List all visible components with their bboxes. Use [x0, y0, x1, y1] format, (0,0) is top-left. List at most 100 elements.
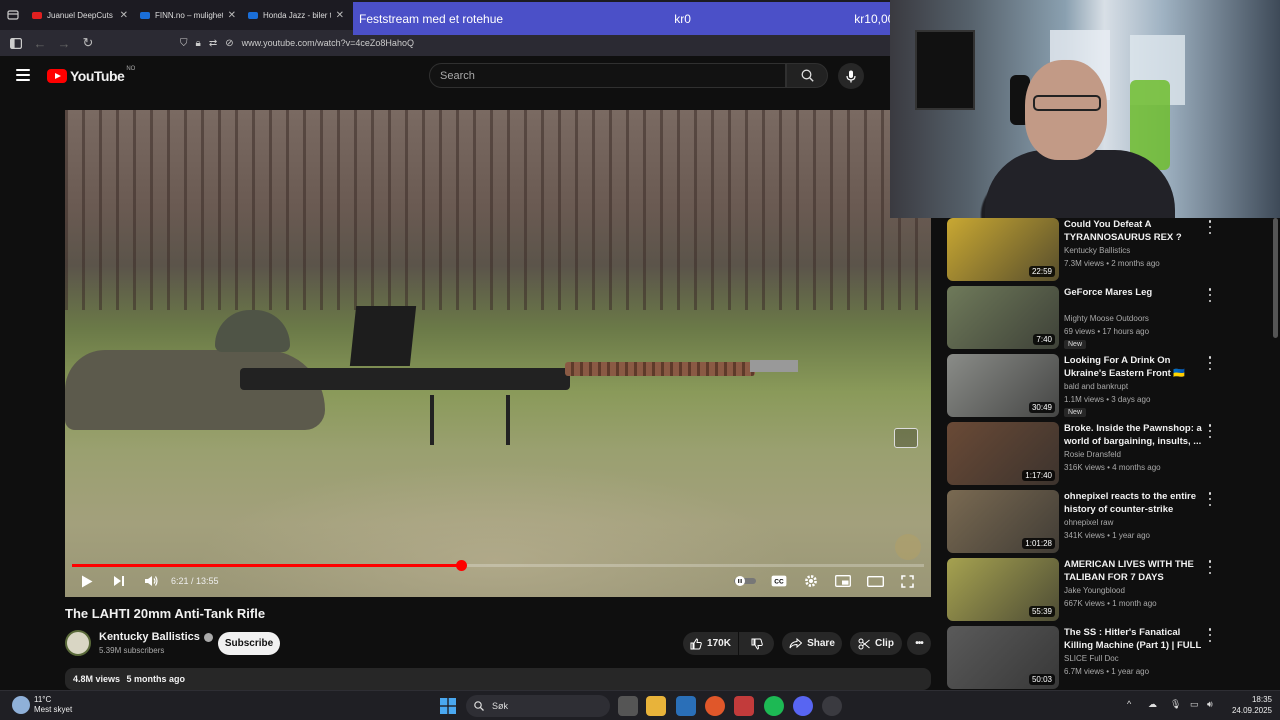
recommendation-card[interactable]: 7:40 GeForce Mares Leg Mighty Moose Outdoo…	[947, 286, 1267, 352]
clip-button[interactable]: Clip	[850, 632, 902, 655]
captions-button[interactable]: CC	[770, 573, 788, 589]
recommendation-card[interactable]: 30:49 Looking For A Drink On Ukraine's Ea…	[947, 354, 1267, 420]
video-thumbnail[interactable]: 22:59	[947, 218, 1059, 281]
back-icon[interactable]: ←	[28, 30, 52, 56]
video-player[interactable]: 6:21 / 13:55 CC	[65, 110, 931, 597]
share-button[interactable]: Share	[782, 632, 842, 655]
recommendation-channel[interactable]: Kentucky Ballistics	[1064, 246, 1130, 255]
more-vertical-icon[interactable]	[1205, 424, 1215, 438]
youtube-logo[interactable]: YouTube NO	[47, 66, 135, 84]
subscribe-button[interactable]: Subscribe	[218, 632, 280, 655]
dislike-button[interactable]	[739, 632, 774, 655]
next-button[interactable]	[111, 573, 127, 589]
weather-cloudy-icon[interactable]	[12, 696, 30, 714]
weather-widget[interactable]: 11°C Mest skyet	[34, 695, 72, 715]
more-vertical-icon[interactable]	[1205, 288, 1215, 302]
mute-button[interactable]	[143, 573, 159, 589]
recommendation-card[interactable]: 55:39 AMERICAN LIVES WITH THE TALIBAN FOR…	[947, 558, 1267, 624]
recommendation-title[interactable]: Broke. Inside the Pawnshop: a world of b…	[1064, 422, 1204, 448]
permissions-icon[interactable]: ⇄	[209, 38, 217, 49]
recommendation-title[interactable]: GeForce Mares Leg	[1064, 286, 1204, 299]
progress-scrubber[interactable]	[455, 560, 467, 571]
video-thumbnail[interactable]: 1:17:40	[947, 422, 1059, 485]
video-thumbnail[interactable]: 7:40	[947, 286, 1059, 349]
recommendation-channel[interactable]: Mighty Moose Outdoors	[1064, 314, 1149, 323]
video-thumbnail[interactable]: 30:49	[947, 354, 1059, 417]
more-vertical-icon[interactable]	[1205, 356, 1215, 370]
obs-icon[interactable]	[822, 696, 842, 716]
miniplayer-expand-icon[interactable]	[894, 428, 918, 448]
recommendation-title[interactable]: Could You Defeat A TYRANNOSAURUS REX ?	[1064, 218, 1204, 244]
discord-icon[interactable]	[793, 696, 813, 716]
shield-icon[interactable]: ⛉	[180, 38, 188, 49]
recommendation-card[interactable]: 50:03 The SS : Hitler's Fanatical Killing…	[947, 626, 1267, 690]
windows-start-icon[interactable]	[438, 696, 458, 716]
search-button[interactable]	[786, 63, 828, 88]
theater-mode-button[interactable]	[866, 573, 884, 589]
recommendation-channel[interactable]: Rosie Dransfeld	[1064, 450, 1121, 459]
network-icon[interactable]: ▭	[1190, 699, 1199, 710]
recommendation-card[interactable]: 22:59 Could You Defeat A TYRANNOSAURUS RE…	[947, 218, 1267, 284]
lock-icon[interactable]: 🔒︎	[196, 38, 201, 49]
description-box[interactable]: 4.8M views 5 months ago	[65, 668, 931, 690]
channel-watermark-icon[interactable]	[895, 534, 921, 560]
close-tab-icon[interactable]: ✕	[120, 10, 128, 21]
recommendation-channel[interactable]: SLICE Full Doc	[1064, 654, 1119, 663]
fullscreen-button[interactable]	[898, 573, 916, 589]
scrollbar[interactable]	[1273, 218, 1278, 338]
taskbar-clock[interactable]: 18:35 24.09.2025	[1228, 694, 1272, 716]
autoplay-toggle[interactable]	[733, 573, 757, 589]
recommendation-channel[interactable]: ohnepixel raw	[1064, 518, 1113, 527]
recommendation-card[interactable]: 1:01:28 ohnepixel reacts to the entire hi…	[947, 490, 1267, 556]
video-thumbnail[interactable]: 55:39	[947, 558, 1059, 621]
autoplay-blocked-icon[interactable]: ⊘	[225, 38, 233, 49]
store-icon[interactable]	[676, 696, 696, 716]
recommendation-channel[interactable]: bald and bankrupt	[1064, 382, 1128, 391]
task-view-icon[interactable]	[618, 696, 638, 716]
reload-icon[interactable]: ↻	[76, 30, 100, 56]
like-button[interactable]: 170K	[683, 632, 738, 655]
spotify-icon[interactable]	[764, 696, 784, 716]
taskbar-search[interactable]: Søk	[466, 695, 610, 717]
browser-tab[interactable]: Honda Jazz - biler t ✕	[242, 0, 350, 30]
play-button[interactable]	[79, 573, 95, 589]
more-vertical-icon[interactable]	[1205, 628, 1215, 642]
channel-name[interactable]: Kentucky Ballistics	[99, 631, 200, 643]
more-vertical-icon[interactable]	[1205, 220, 1215, 234]
microphone-tray-icon[interactable]: 🎙︎	[1170, 699, 1181, 710]
video-thumbnail[interactable]: 1:01:28	[947, 490, 1059, 553]
progress-bar[interactable]	[72, 560, 924, 571]
channel-name-row[interactable]: Kentucky Ballistics	[99, 631, 213, 643]
recommendation-title[interactable]: The SS : Hitler's Fanatical Killing Mach…	[1064, 626, 1204, 652]
app-icon[interactable]	[734, 696, 754, 716]
recommendation-title[interactable]: AMERICAN LIVES WITH THE TALIBAN FOR 7 DA…	[1064, 558, 1204, 584]
more-actions-button[interactable]: •••	[907, 632, 931, 655]
miniplayer-button[interactable]	[834, 573, 852, 589]
forward-icon[interactable]: →	[52, 30, 76, 56]
more-vertical-icon[interactable]	[1205, 492, 1215, 506]
more-vertical-icon[interactable]	[1205, 560, 1215, 574]
sidebar-toggle-icon[interactable]	[4, 30, 28, 56]
file-explorer-icon[interactable]	[646, 696, 666, 716]
volume-tray-icon[interactable]: 🔊︎	[1207, 699, 1213, 710]
recommendation-title[interactable]: Looking For A Drink On Ukraine's Eastern…	[1064, 354, 1204, 380]
browser-tab[interactable]: Juanuel DeepCuts ✕	[26, 0, 134, 30]
url-bar[interactable]: www.youtube.com/watch?v=4ceZo8HahoQ	[242, 38, 414, 48]
recommendation-channel[interactable]: Jake Youngblood	[1064, 586, 1125, 595]
recommendation-title[interactable]: ohnepixel reacts to the entire history o…	[1064, 490, 1204, 516]
close-tab-icon[interactable]: ✕	[336, 10, 344, 21]
close-tab-icon[interactable]: ✕	[228, 10, 236, 21]
settings-button[interactable]	[802, 573, 820, 589]
donation-goal-title: Feststream med et rotehue	[359, 11, 504, 26]
recommendation-card[interactable]: 1:17:40 Broke. Inside the Pawnshop: a wor…	[947, 422, 1267, 488]
video-thumbnail[interactable]: 50:03	[947, 626, 1059, 689]
voice-search-button[interactable]	[838, 63, 864, 89]
browser-tab[interactable]: FINN.no – mulighet ✕	[134, 0, 242, 30]
tray-app-icon[interactable]: ☁	[1148, 699, 1157, 710]
tab-overview-icon[interactable]	[0, 0, 26, 30]
firefox-icon[interactable]	[705, 696, 725, 716]
menu-icon[interactable]	[16, 69, 30, 81]
search-input[interactable]: Search	[429, 63, 786, 88]
channel-avatar[interactable]	[65, 630, 91, 656]
tray-overflow-icon[interactable]: ^	[1127, 699, 1131, 709]
